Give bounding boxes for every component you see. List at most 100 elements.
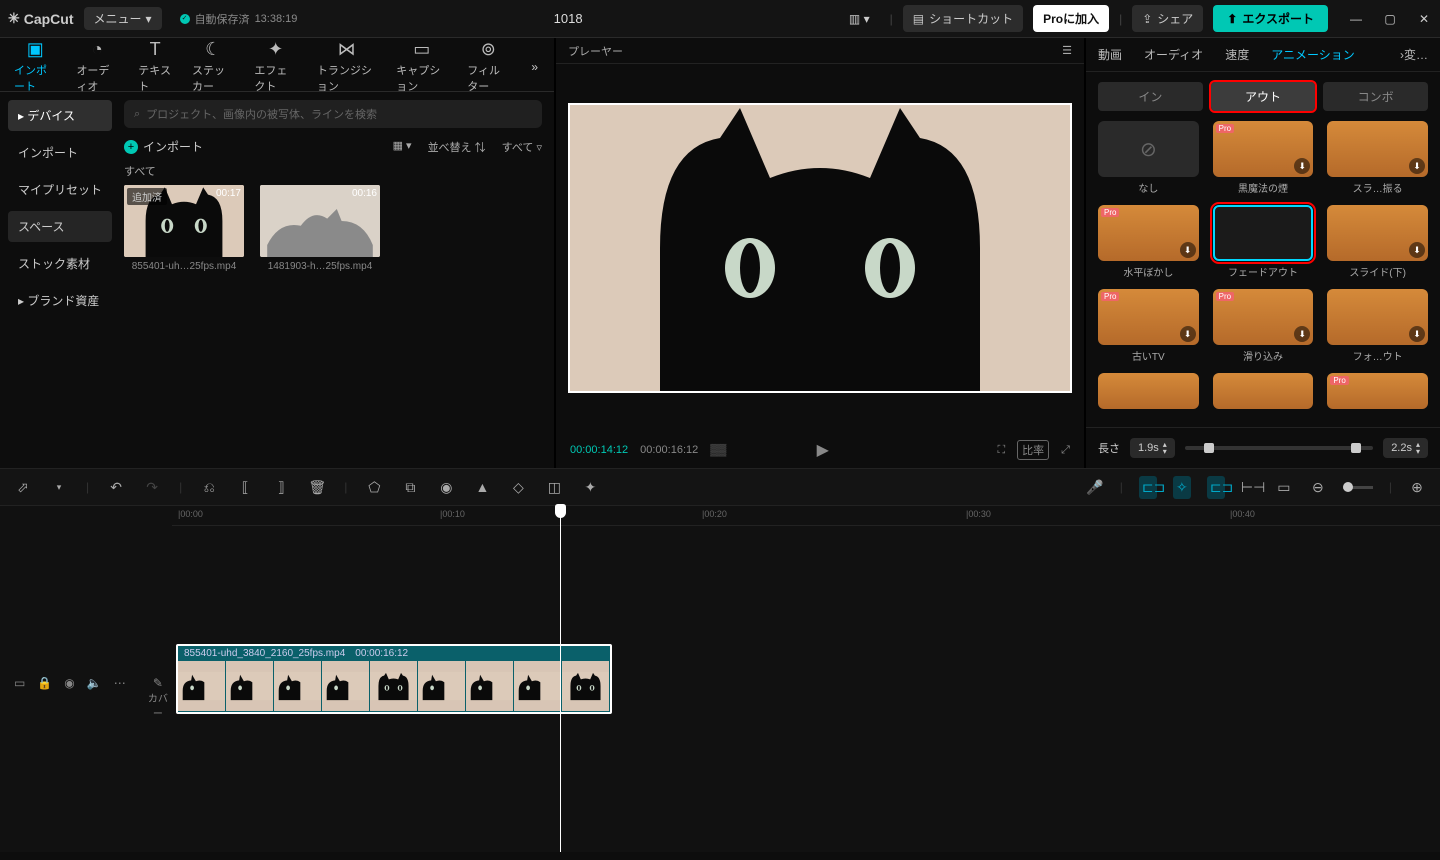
timeline: ▭ 🔒 ◉ 🔈 ⋯ ✎ カバー |00:00 |00:10 |00:20 |00…: [0, 506, 1440, 852]
track-mute-icon[interactable]: 🔈: [87, 676, 102, 690]
check-icon: [180, 14, 190, 24]
player-expand-button[interactable]: ⤢: [1061, 444, 1070, 457]
sidebar-item-import[interactable]: インポート: [8, 137, 112, 168]
media-tab-effect[interactable]: ✦エフェクト: [250, 37, 300, 96]
media-tab-more[interactable]: »: [525, 60, 544, 74]
cover-edit-icon[interactable]: ✎: [144, 676, 172, 690]
media-item-0[interactable]: 追加済 00:17 855401-uh…25fps.mp4: [124, 185, 244, 272]
sidebar-item-device[interactable]: ▸ デバイス: [8, 100, 112, 131]
anim-item-r4-1[interactable]: [1213, 373, 1314, 409]
insp-tab-audio[interactable]: オーディオ: [1144, 46, 1203, 63]
anim-item-9[interactable]: Pro⬇滑り込み: [1213, 289, 1314, 363]
media-tab-import[interactable]: ▣インポート: [10, 37, 60, 96]
anim-item-10[interactable]: ⬇フォ…ウト: [1327, 289, 1428, 363]
trim-right-tool[interactable]: ⟧: [272, 479, 290, 496]
play-button[interactable]: ▶: [817, 440, 829, 460]
all-button[interactable]: すべて ▿: [502, 139, 542, 155]
layout-button[interactable]: ▥ ▾: [839, 7, 880, 31]
subtab-combo[interactable]: コンボ: [1323, 82, 1428, 111]
download-icon: ⬇: [1180, 326, 1196, 342]
length-input[interactable]: 1.9s▴▾: [1130, 438, 1175, 458]
zoom-out[interactable]: ⊖: [1309, 479, 1327, 496]
record-tool[interactable]: ◉: [437, 479, 455, 496]
zoom-slider[interactable]: [1343, 486, 1373, 489]
snap-tool[interactable]: ✧: [1173, 476, 1191, 499]
player-viewport[interactable]: [568, 103, 1072, 393]
subtab-in[interactable]: イン: [1098, 82, 1203, 111]
media-tab-audio[interactable]: ◔オーディオ: [72, 37, 122, 96]
preview-tool[interactable]: ▭: [1275, 479, 1293, 496]
view-toggle[interactable]: ▦ ▾: [393, 139, 412, 155]
dropdown-icon[interactable]: ▾: [50, 482, 68, 493]
magnet-tool[interactable]: ⊏⊐: [1139, 476, 1157, 499]
split-tool[interactable]: ⎌: [200, 479, 218, 496]
download-icon: ⬇: [1409, 326, 1425, 342]
track-settings-icon[interactable]: ▭: [14, 676, 25, 690]
marker-tool[interactable]: ⬠: [365, 479, 383, 496]
rotate-tool[interactable]: ◇: [509, 479, 527, 496]
minimize-button[interactable]: ―: [1348, 12, 1364, 26]
export-button[interactable]: ⬆ エクスポート: [1213, 5, 1328, 32]
sidebar-item-space[interactable]: スペース: [8, 211, 112, 242]
pro-tool[interactable]: ✦: [581, 479, 599, 496]
trim-left-tool[interactable]: ⟦: [236, 479, 254, 496]
insp-tab-animation[interactable]: アニメーション: [1271, 46, 1355, 63]
anim-item-2[interactable]: ⬇スラ…振る: [1327, 121, 1428, 195]
subtab-out[interactable]: アウト: [1211, 82, 1316, 111]
redo-button[interactable]: ↷: [143, 479, 161, 496]
sidebar-item-brand[interactable]: ▸ ブランド資産: [8, 285, 112, 316]
undo-button[interactable]: ↶: [107, 479, 125, 496]
menu-button[interactable]: メニュー ▾: [84, 7, 162, 30]
player-meter-icon[interactable]: ▓▓: [710, 444, 726, 456]
share-button[interactable]: ⇪ シェア: [1132, 5, 1203, 32]
crop-tool[interactable]: ◫: [545, 479, 563, 496]
anim-item-r4-0[interactable]: [1098, 373, 1199, 409]
insp-tab-speed[interactable]: 速度: [1225, 46, 1249, 63]
media-tab-transition[interactable]: ⋈トランジション: [313, 37, 380, 96]
cursor-tool[interactable]: ⬀: [14, 479, 32, 496]
mic-tool[interactable]: 🎤: [1086, 479, 1104, 496]
close-button[interactable]: ✕: [1416, 12, 1432, 26]
anim-item-6[interactable]: ⬇スライド(下): [1327, 205, 1428, 279]
media-tabs: ▣インポート ◔オーディオ Tテキスト ☾ステッカー ✦エフェクト ⋈トランジシ…: [0, 38, 554, 92]
anim-item-5[interactable]: フェードアウト: [1213, 205, 1314, 279]
copy-tool[interactable]: ⧉: [401, 479, 419, 496]
sort-button[interactable]: 並べ替え ⇅: [428, 139, 486, 155]
import-button[interactable]: + インポート: [124, 138, 203, 155]
media-item-1[interactable]: 00:16 1481903-h…25fps.mp4: [260, 185, 380, 272]
track-lock-icon[interactable]: 🔒: [37, 676, 52, 690]
anim-item-0[interactable]: ⊘なし: [1098, 121, 1199, 195]
maximize-button[interactable]: ▢: [1382, 12, 1398, 26]
length-max-input[interactable]: 2.2s▴▾: [1383, 438, 1428, 458]
timeline-clip[interactable]: 855401-uhd_3840_2160_25fps.mp4 00:00:16:…: [176, 644, 612, 714]
playhead[interactable]: [560, 506, 561, 852]
sidebar-item-stock[interactable]: ストック素材: [8, 248, 112, 279]
anim-item-4[interactable]: Pro⬇水平ぼかし: [1098, 205, 1199, 279]
sidebar-item-preset[interactable]: マイプリセット: [8, 174, 112, 205]
mirror-tool[interactable]: ▲: [473, 479, 491, 495]
fullscreen-button[interactable]: ⛶: [997, 444, 1005, 457]
anim-item-8[interactable]: Pro⬇古いTV: [1098, 289, 1199, 363]
media-name: 1481903-h…25fps.mp4: [260, 261, 380, 272]
media-tab-caption[interactable]: ▭キャプション: [392, 37, 451, 96]
track-more-icon[interactable]: ⋯: [114, 676, 126, 690]
anim-item-r4-2[interactable]: Pro: [1327, 373, 1428, 409]
timeline-ruler[interactable]: |00:00 |00:10 |00:20 |00:30 |00:40: [172, 506, 1440, 526]
length-slider[interactable]: [1185, 446, 1373, 450]
insp-tab-more[interactable]: ›変…: [1400, 46, 1428, 63]
pro-button[interactable]: Proに加入: [1033, 5, 1109, 32]
media-tab-text[interactable]: Tテキスト: [134, 37, 176, 96]
media-tab-sticker[interactable]: ☾ステッカー: [188, 37, 238, 96]
anim-item-1[interactable]: Pro⬇黒魔法の煙: [1213, 121, 1314, 195]
track-eye-icon[interactable]: ◉: [64, 676, 74, 690]
link-tool[interactable]: ⊏⊐: [1207, 476, 1225, 499]
search-input[interactable]: ⌕ プロジェクト、画像内の被写体、ラインを検索: [124, 100, 542, 128]
shortcut-button[interactable]: ▤ ショートカット: [903, 5, 1023, 32]
zoom-fit[interactable]: ⊕: [1408, 479, 1426, 496]
align-tool[interactable]: ⊢⊣: [1241, 479, 1259, 496]
media-tab-filter[interactable]: ⊚フィルター: [463, 37, 513, 96]
ratio-button[interactable]: 比率: [1017, 440, 1049, 460]
delete-button[interactable]: 🗑: [308, 479, 326, 496]
insp-tab-video[interactable]: 動画: [1098, 46, 1122, 63]
player-menu[interactable]: ☰: [1062, 44, 1072, 57]
